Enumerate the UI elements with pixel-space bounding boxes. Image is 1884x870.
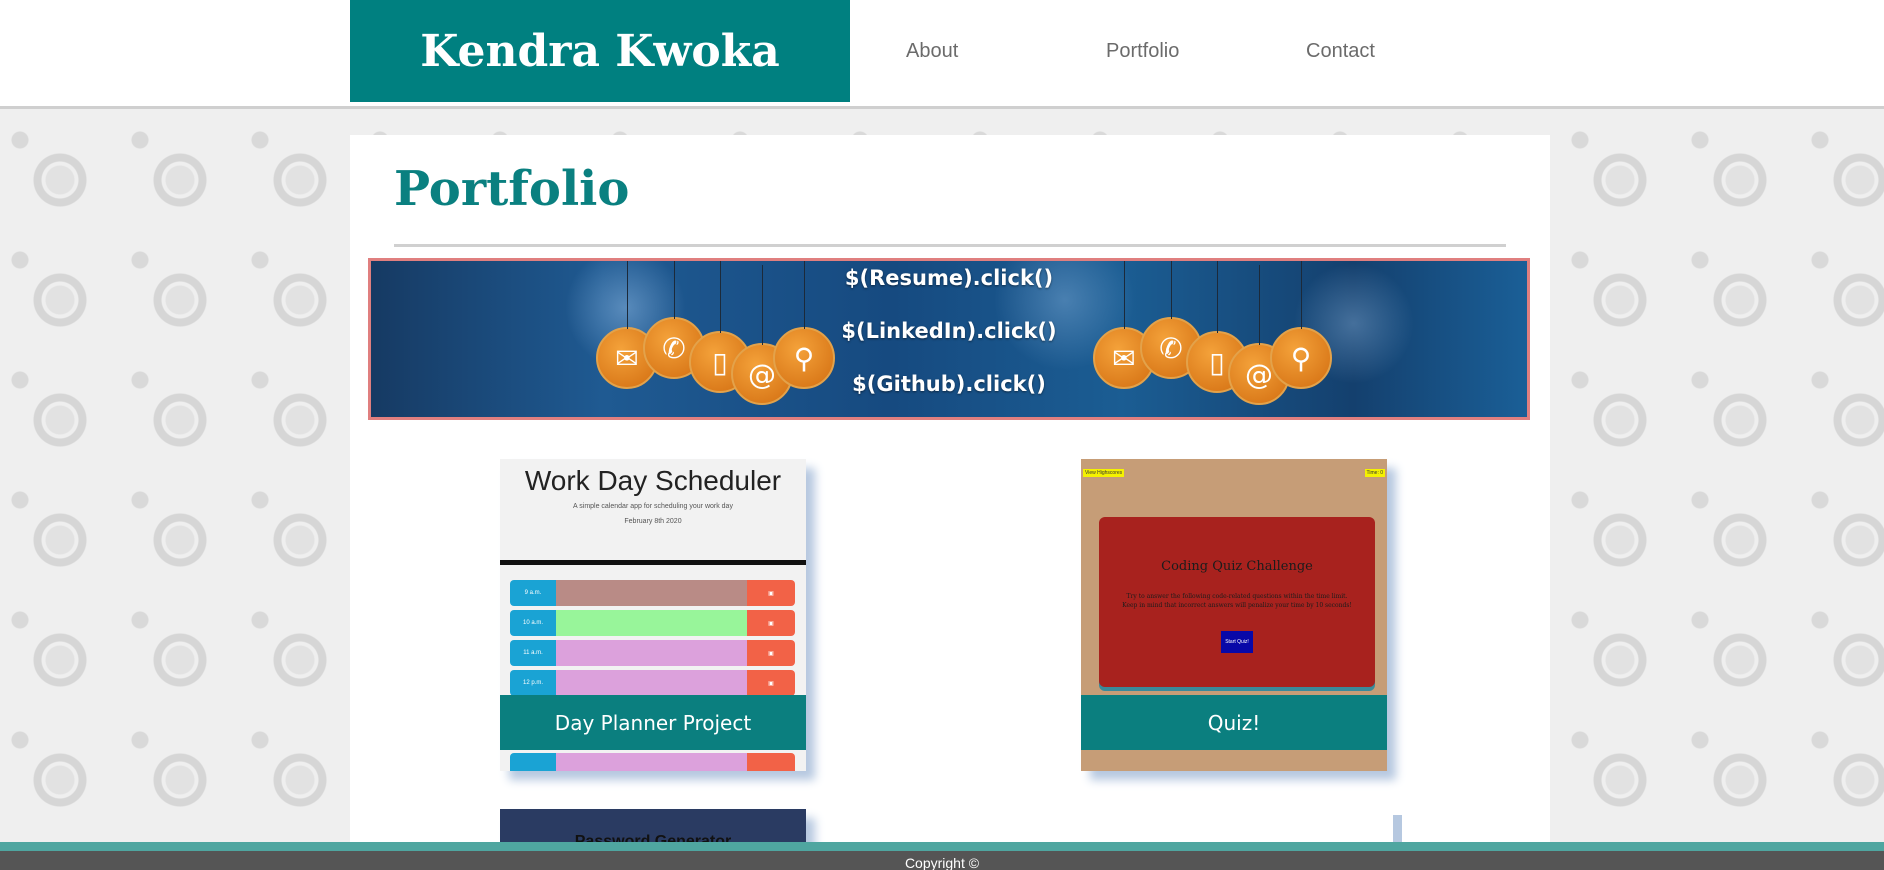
page-title: Portfolio <box>394 161 630 217</box>
project-caption[interactable]: Day Planner Project <box>500 695 806 750</box>
portfolio-panel: Portfolio ✉ ✆ ▯ @ ⚲ ✉ ✆ ▯ @ ⚲ $(Resume).… <box>350 135 1550 870</box>
preview-title: Work Day Scheduler <box>524 465 782 496</box>
preview-date: February 8th 2020 <box>624 518 682 525</box>
hour-body <box>556 610 747 636</box>
preview-description: Try to answer the following code-related… <box>1122 593 1352 609</box>
project-caption[interactable]: Quiz! <box>1081 695 1387 750</box>
preview-start-button: Start Quiz! <box>1221 631 1253 653</box>
resume-link[interactable]: $(Resume).click() <box>371 266 1527 290</box>
preview-title: Coding Quiz Challenge <box>1161 559 1313 574</box>
save-icon <box>747 753 795 771</box>
preview-hour-row: 12 p.m. ▣ <box>510 670 795 696</box>
preview-divider <box>500 560 806 565</box>
hour-label: 12 p.m. <box>510 670 556 696</box>
contact-links-banner: ✉ ✆ ▯ @ ⚲ ✉ ✆ ▯ @ ⚲ $(Resume).click() $(… <box>368 258 1530 420</box>
project-card-quiz[interactable]: View Highscores Time: 0 Coding Quiz Chal… <box>1081 459 1387 771</box>
preview-hour-row: 10 a.m. ▣ <box>510 610 795 636</box>
preview-quiz-panel: Coding Quiz Challenge Try to answer the … <box>1099 517 1375 687</box>
site-footer: Copyright © <box>0 851 1884 870</box>
preview-highscores-link: View Highscores <box>1083 469 1125 477</box>
hour-label <box>510 753 556 771</box>
footer-accent <box>0 842 1884 851</box>
hour-body <box>556 753 747 771</box>
save-icon: ▣ <box>747 640 795 666</box>
nav-about-link[interactable]: About <box>906 40 958 63</box>
save-icon: ▣ <box>747 670 795 696</box>
preview-timer: Time: 0 <box>1364 469 1385 477</box>
hour-body <box>556 580 747 606</box>
nav-portfolio-link[interactable]: Portfolio <box>1106 40 1179 63</box>
nav-contact-link[interactable]: Contact <box>1306 40 1375 63</box>
title-divider <box>394 244 1506 247</box>
preview-hour-row <box>510 753 795 771</box>
linkedin-link[interactable]: $(LinkedIn).click() <box>371 319 1527 343</box>
site-brand[interactable]: Kendra Kwoka <box>350 0 850 102</box>
preview-subtitle: A simple calendar app for scheduling you… <box>573 503 733 510</box>
github-link[interactable]: $(Github).click() <box>371 372 1527 396</box>
hour-label: 10 a.m. <box>510 610 556 636</box>
save-icon: ▣ <box>747 580 795 606</box>
hour-label: 9 a.m. <box>510 580 556 606</box>
save-icon: ▣ <box>747 610 795 636</box>
preview-hour-row: 9 a.m. ▣ <box>510 580 795 606</box>
hour-label: 11 a.m. <box>510 640 556 666</box>
hour-body <box>556 670 747 696</box>
project-card-day-planner[interactable]: Work Day Scheduler A simple calendar app… <box>500 459 806 771</box>
preview-hour-row: 11 a.m. ▣ <box>510 640 795 666</box>
copyright-text: Copyright © <box>904 855 980 870</box>
hour-body <box>556 640 747 666</box>
site-header: Kendra Kwoka About Portfolio Contact <box>0 0 1884 109</box>
